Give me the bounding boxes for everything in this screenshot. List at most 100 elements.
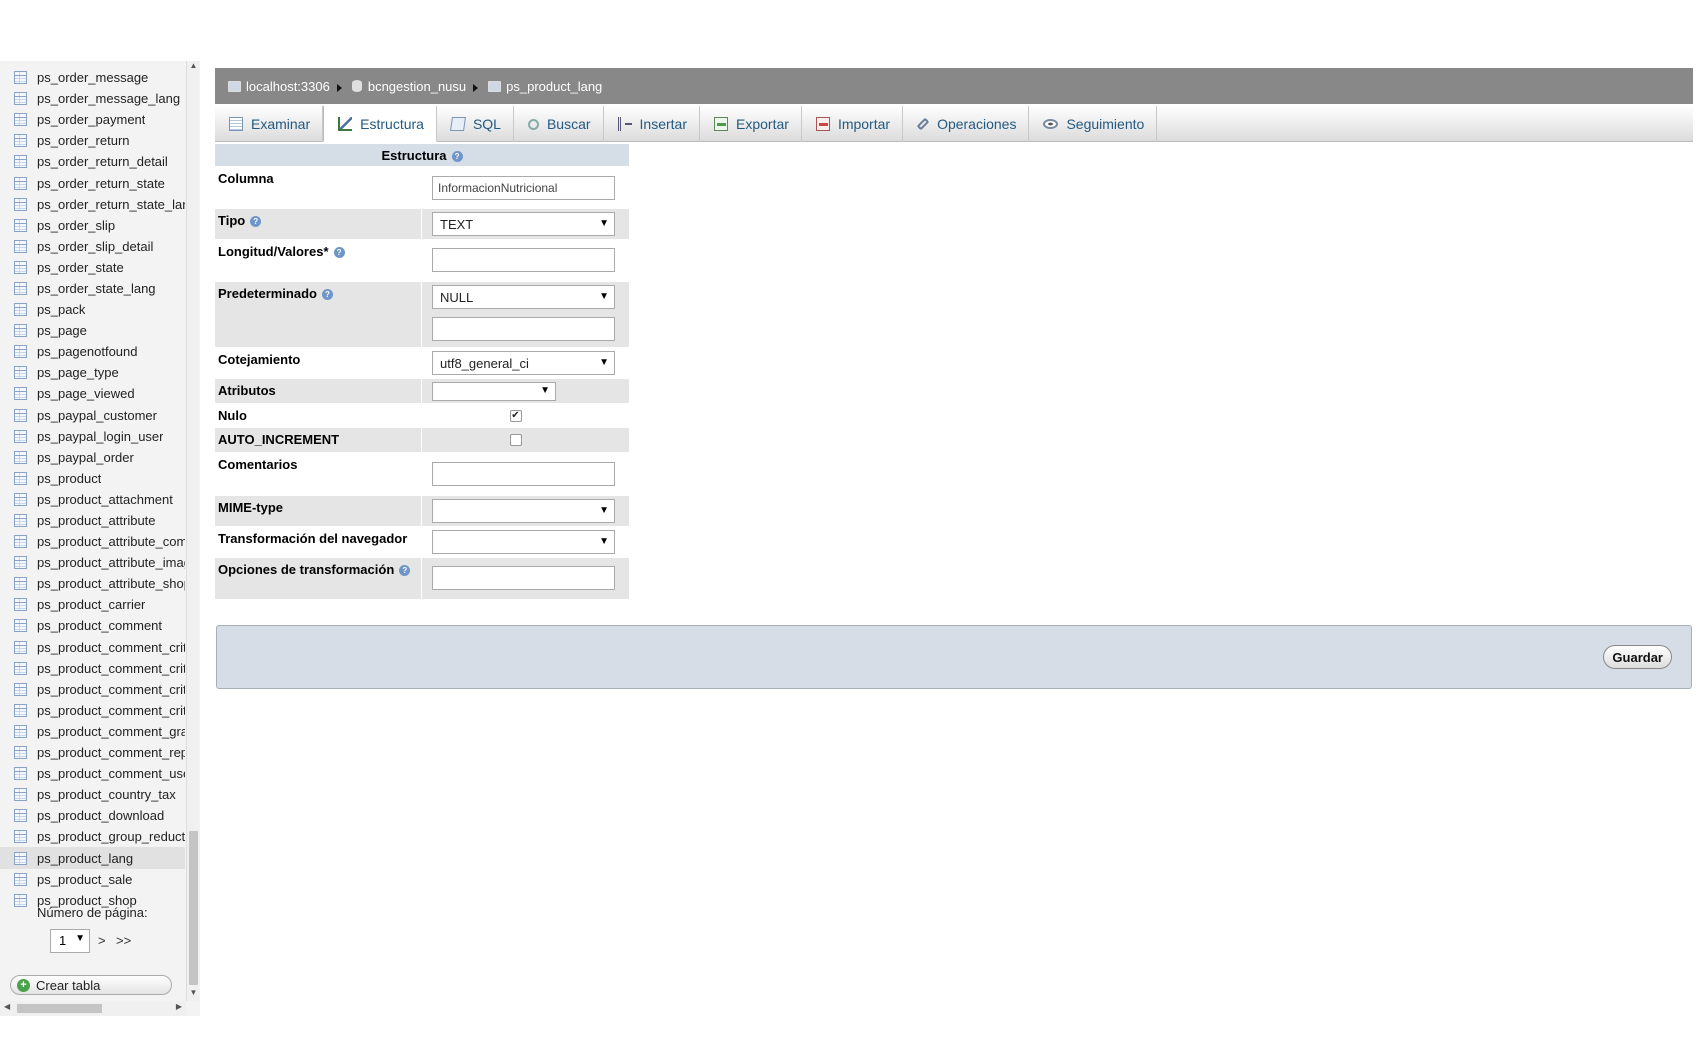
- transformation-options-input[interactable]: [432, 566, 615, 590]
- save-button[interactable]: Guardar: [1603, 645, 1672, 669]
- breadcrumb-table[interactable]: ps_product_lang: [488, 79, 602, 94]
- nav-table-item[interactable]: ps_product_sale: [0, 869, 185, 890]
- cotejamiento-cell: utf8_general_ci ▼: [422, 348, 629, 378]
- nav-table-item[interactable]: ps_product_attribute_shop: [0, 573, 185, 594]
- nav-table-item[interactable]: ps_page_type: [0, 362, 185, 383]
- scroll-up-icon[interactable]: ▲: [187, 61, 200, 74]
- scroll-left-icon[interactable]: ◀: [4, 1002, 10, 1011]
- help-icon[interactable]: ?: [321, 289, 333, 301]
- nav-table-item[interactable]: ps_product_attachment: [0, 489, 185, 510]
- breadcrumb-database[interactable]: bcngestion_nusu: [351, 79, 466, 94]
- nav-table-label: ps_paypal_order: [37, 449, 134, 465]
- scroll-down-icon[interactable]: ▼: [187, 988, 200, 1001]
- table-icon: [14, 788, 27, 802]
- attributes-select[interactable]: ▼: [432, 382, 556, 401]
- collation-select[interactable]: utf8_general_ci ▼: [432, 351, 615, 375]
- table-icon: [14, 92, 27, 106]
- nav-table-item[interactable]: ps_order_message: [0, 67, 185, 88]
- nav-table-item[interactable]: ps_product: [0, 468, 185, 489]
- type-select[interactable]: TEXT ▼: [432, 212, 615, 236]
- tab-export[interactable]: Exportar: [700, 106, 802, 142]
- nav-table-item[interactable]: ps_product_comment_criterion_lang: [0, 679, 185, 700]
- mime-type-select[interactable]: ▼: [432, 499, 615, 523]
- nav-table-item[interactable]: ps_product_country_tax: [0, 784, 185, 805]
- page-number-value: 1: [59, 933, 67, 948]
- nav-table-item[interactable]: ps_product_comment: [0, 615, 185, 636]
- nav-table-item[interactable]: ps_product_comment_grade: [0, 721, 185, 742]
- nav-table-item[interactable]: ps_order_slip_detail: [0, 236, 185, 257]
- create-table-button[interactable]: + Crear tabla: [10, 975, 172, 995]
- page-number-select[interactable]: 1 ▼: [50, 929, 90, 953]
- table-icon: [14, 345, 27, 359]
- tab-operations[interactable]: Operaciones: [903, 106, 1030, 142]
- import-icon: [815, 117, 830, 131]
- nav-table-item[interactable]: ps_order_slip: [0, 215, 185, 236]
- nav-table-item[interactable]: ps_paypal_order: [0, 447, 185, 468]
- nav-table-item[interactable]: ps_page_viewed: [0, 383, 185, 404]
- chevron-down-icon: ▼: [599, 218, 609, 229]
- nav-vertical-scrollbar[interactable]: ▲ ▼: [186, 61, 199, 1001]
- nav-table-item[interactable]: ps_product_comment_report: [0, 742, 185, 763]
- breadcrumb: localhost:3306 bcngestion_nusu ps_produc…: [215, 68, 1693, 104]
- nav-table-item[interactable]: ps_product_attribute: [0, 510, 185, 531]
- nav-table-item[interactable]: ps_order_return_state_lang: [0, 194, 185, 215]
- nav-horizontal-scrollbar[interactable]: ◀ ▶: [0, 1001, 186, 1016]
- nav-table-label: ps_product_attachment: [37, 491, 173, 507]
- help-icon[interactable]: ?: [250, 216, 262, 228]
- breadcrumb-server[interactable]: localhost:3306: [228, 79, 330, 94]
- nav-table-item[interactable]: ps_product_attribute_image: [0, 552, 185, 573]
- comments-input[interactable]: [432, 462, 615, 486]
- tab-search[interactable]: Buscar: [514, 106, 604, 142]
- scrollbar-thumb[interactable]: [189, 831, 198, 985]
- column-name-input[interactable]: [432, 176, 615, 200]
- length-values-input[interactable]: [432, 248, 615, 272]
- nav-table-item[interactable]: ps_order_return_detail: [0, 151, 185, 172]
- nav-table-item[interactable]: ps_order_state_lang: [0, 278, 185, 299]
- nav-table-item[interactable]: ps_order_message_lang: [0, 88, 185, 109]
- default-value-input[interactable]: [432, 317, 615, 341]
- browser-transformation-select[interactable]: ▼: [432, 530, 615, 554]
- next-page-link[interactable]: >: [98, 933, 106, 948]
- nav-table-item[interactable]: ps_product_lang: [0, 847, 185, 869]
- nav-table-item[interactable]: ps_product_group_reduction_cache: [0, 826, 185, 847]
- nulo-label: Nulo: [215, 404, 422, 427]
- nav-table-item[interactable]: ps_product_comment_criterion_category: [0, 658, 185, 679]
- tab-tracking[interactable]: Seguimiento: [1029, 106, 1158, 142]
- tab-label: Buscar: [546, 116, 591, 132]
- nav-table-item[interactable]: ps_order_payment: [0, 109, 185, 130]
- help-icon[interactable]: ?: [451, 151, 463, 163]
- nav-table-item[interactable]: ps_pack: [0, 299, 185, 320]
- tab-insert[interactable]: Insertar: [604, 106, 701, 142]
- nav-table-item[interactable]: ps_order_state: [0, 257, 185, 278]
- tab-sql[interactable]: SQL: [437, 106, 514, 142]
- scrollbar-thumb[interactable]: [17, 1004, 102, 1013]
- help-icon[interactable]: ?: [399, 565, 411, 577]
- tab-browse[interactable]: Examinar: [215, 106, 324, 142]
- null-checkbox[interactable]: ✔: [509, 409, 522, 422]
- last-page-link[interactable]: >>: [116, 933, 131, 948]
- nav-table-label: ps_product: [37, 470, 102, 486]
- default-select[interactable]: NULL ▼: [432, 285, 615, 309]
- tab-import[interactable]: Importar: [802, 106, 904, 142]
- nav-table-item[interactable]: ps_order_return: [0, 130, 185, 151]
- nav-table-item[interactable]: ps_product_comment_usefulness: [0, 763, 185, 784]
- longitud-label: Longitud/Valores*: [218, 244, 329, 259]
- nav-table-item[interactable]: ps_paypal_customer: [0, 405, 185, 426]
- scroll-right-icon[interactable]: ▶: [176, 1002, 182, 1011]
- nav-table-item[interactable]: ps_paypal_login_user: [0, 426, 185, 447]
- nav-table-item[interactable]: ps_product_comment_criterion_product: [0, 700, 185, 721]
- help-icon[interactable]: ?: [333, 247, 345, 259]
- nav-table-item[interactable]: ps_order_return_state: [0, 172, 185, 193]
- nav-table-item[interactable]: ps_product_download: [0, 805, 185, 826]
- nav-table-item[interactable]: ps_product_carrier: [0, 594, 185, 615]
- tab-structure[interactable]: Estructura: [323, 106, 437, 142]
- nav-table-item[interactable]: ps_pagenotfound: [0, 341, 185, 362]
- search-icon: [527, 118, 539, 130]
- auto-increment-checkbox[interactable]: [509, 434, 522, 446]
- table-icon: [14, 724, 27, 738]
- nav-table-item[interactable]: ps_product_attribute_combination: [0, 531, 185, 552]
- nav-table-item[interactable]: ps_page: [0, 320, 185, 341]
- nav-table-item[interactable]: ps_product_comment_criterion: [0, 637, 185, 658]
- tab-label: Importar: [837, 116, 891, 132]
- table-icon: [14, 746, 27, 760]
